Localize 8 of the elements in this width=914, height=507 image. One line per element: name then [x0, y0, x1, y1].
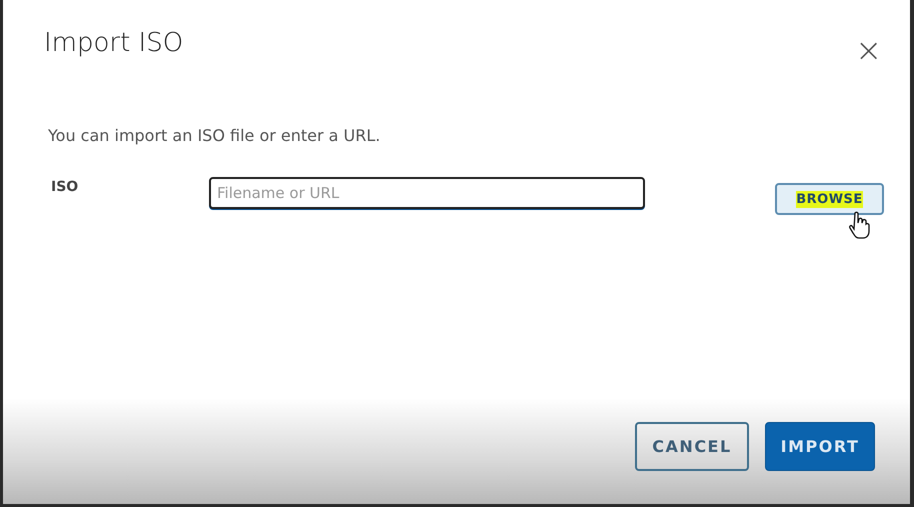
description-text: You can import an ISO file or enter a URL.	[48, 126, 382, 145]
field-label: ISO	[51, 179, 80, 195]
import-button[interactable]: IMPORT	[765, 422, 875, 470]
hand-cursor-icon	[849, 211, 871, 239]
iso-input-field[interactable]: Filename or URL	[209, 177, 645, 209]
browse-button[interactable]: BROWSE	[775, 183, 884, 215]
dialog-title: Import ISO	[44, 28, 184, 58]
cancel-button[interactable]: CANCEL	[635, 422, 749, 470]
